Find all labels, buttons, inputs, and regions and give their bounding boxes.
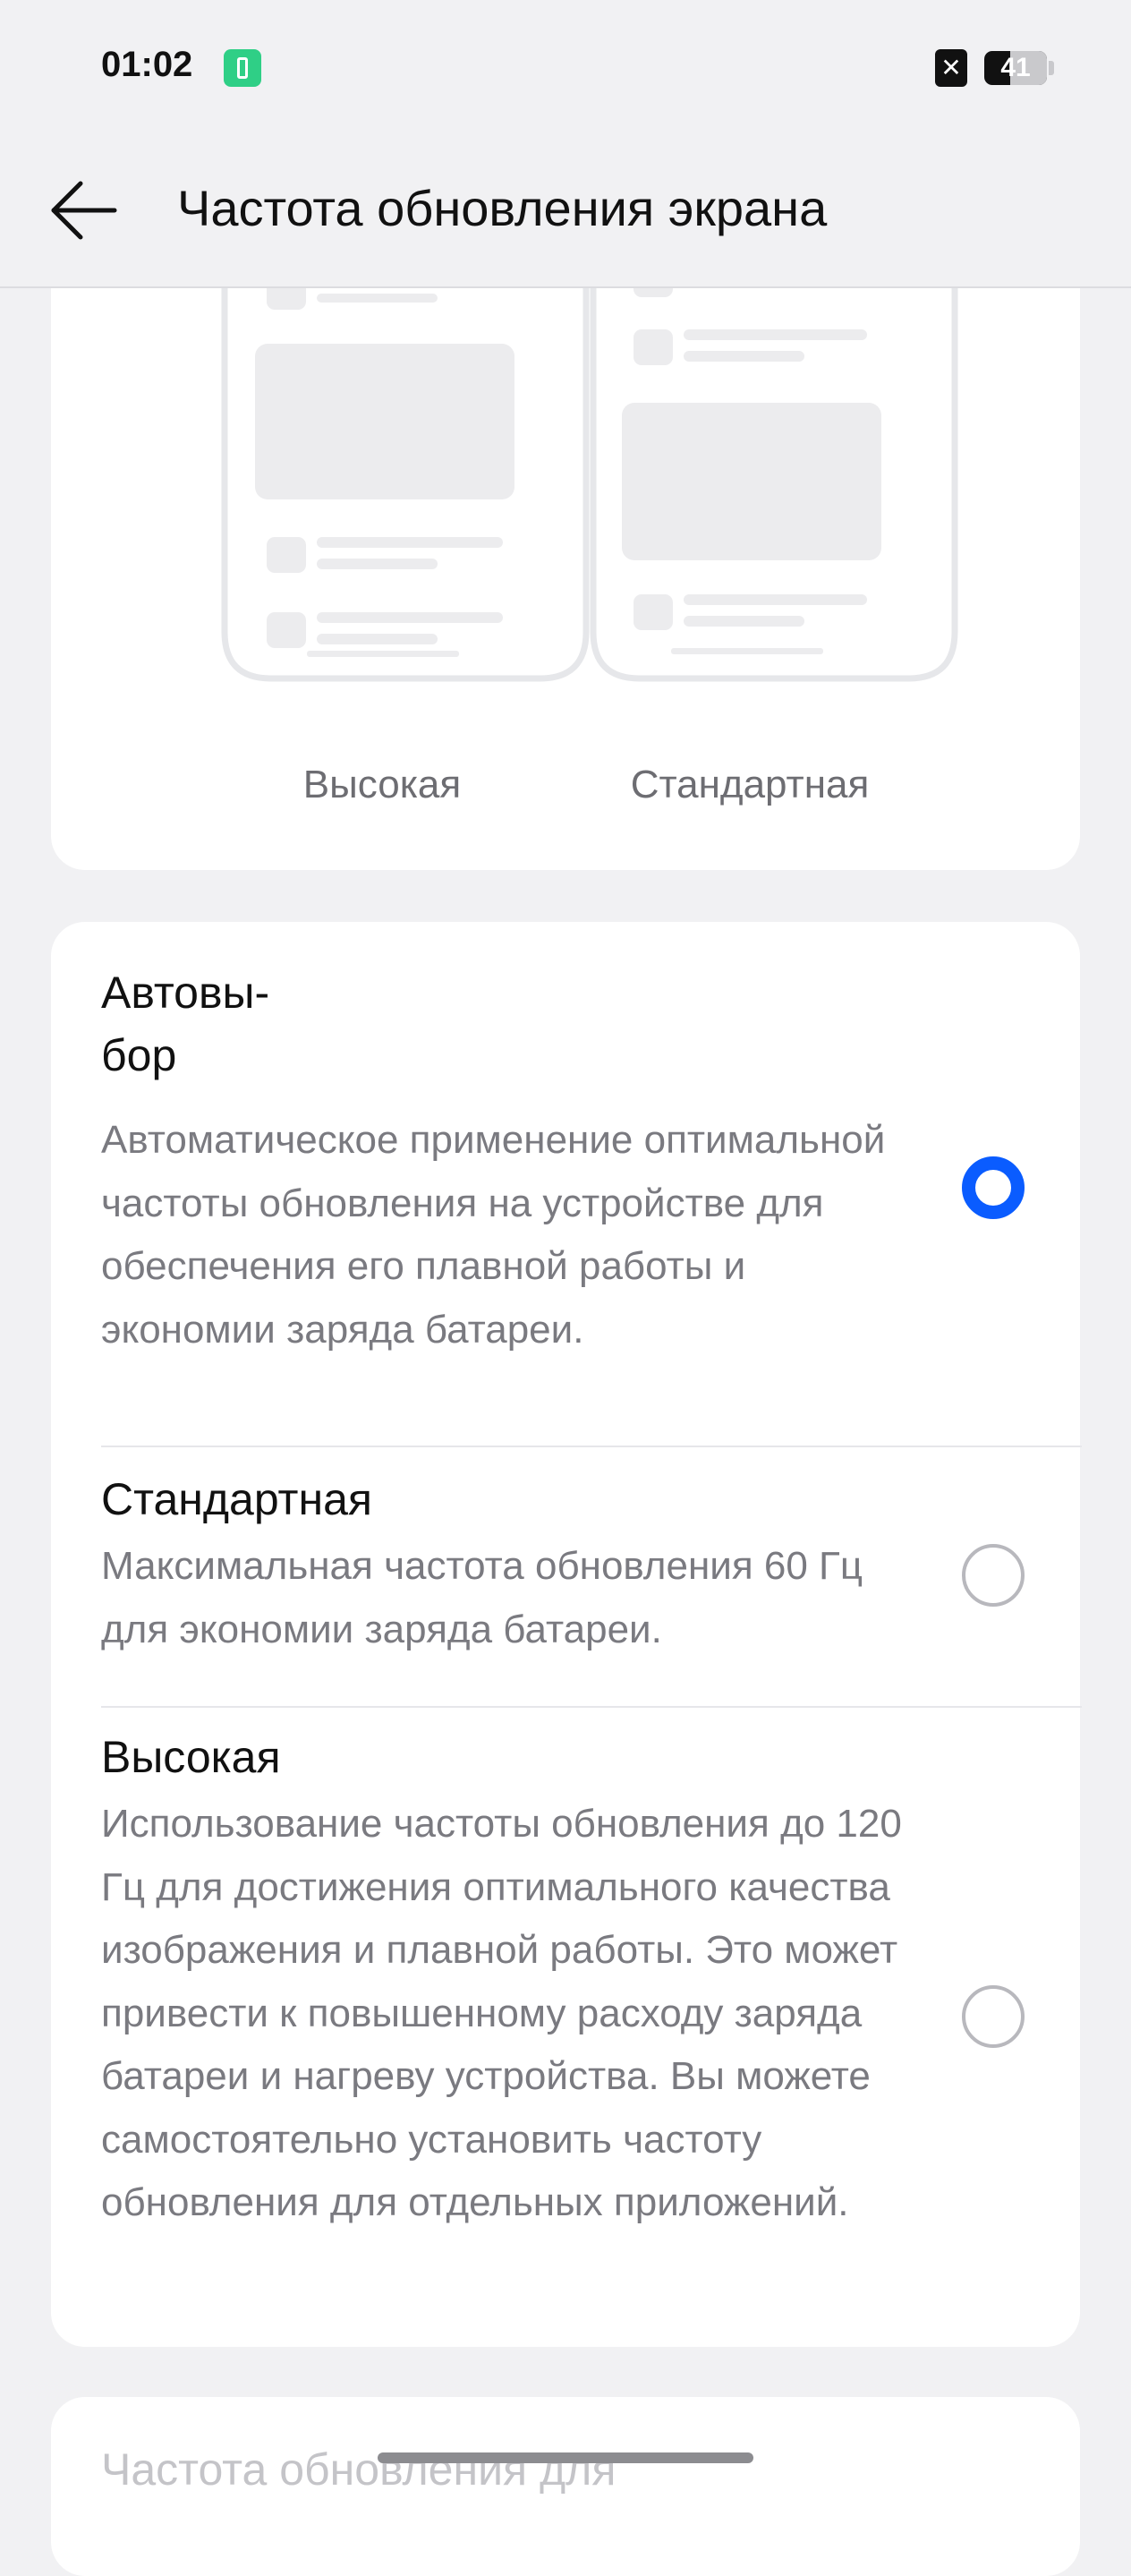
home-indicator[interactable]: [378, 2452, 753, 2463]
preview-label-standard: Стандартная: [630, 763, 870, 806]
high-phone-mockup: [221, 288, 590, 682]
preview-label-high: Высокая: [302, 763, 462, 806]
battery-level: 41: [1000, 53, 1031, 82]
battery-icon: 41: [984, 51, 1047, 85]
no-sim-icon: ✕: [935, 49, 967, 87]
status-bar: 01:02 ✕ 41: [0, 0, 1131, 134]
battery-tip: [1049, 61, 1054, 75]
standard-phone-mockup: [590, 288, 958, 682]
back-button[interactable]: [47, 175, 127, 246]
per-app-refresh-section[interactable]: Частота обновления для: [51, 2397, 1080, 2576]
option-title: Автовы- бор: [101, 968, 270, 1080]
option-auto[interactable]: Автовы- бор Автоматическое применение оп…: [51, 922, 1080, 1446]
arrow-left-icon: [51, 181, 117, 240]
section-title: Частота обновления для: [101, 2444, 617, 2495]
battery-charging-icon: [224, 49, 261, 87]
phone-preview-illustration: [221, 288, 958, 682]
page-title: Частота обновления экрана: [177, 180, 828, 236]
refresh-rate-preview: Высокая Стандартная: [51, 288, 1080, 870]
option-title: Стандартная: [101, 1474, 372, 1524]
app-header: Частота обновления экрана: [0, 134, 1131, 288]
option-standard[interactable]: Стандартная Максимальная частота обновле…: [51, 1447, 1080, 1706]
option-description: Максимальная частота обновления 60 Гц дл…: [101, 1544, 863, 1651]
option-title: Высокая: [101, 1732, 281, 1782]
status-time: 01:02: [101, 45, 193, 84]
auto-radio-button[interactable]: [962, 1156, 1025, 1219]
standard-radio-button[interactable]: [962, 1544, 1025, 1607]
refresh-rate-options: Автовы- бор Автоматическое применение оп…: [51, 922, 1082, 2347]
high-radio-button[interactable]: [962, 1985, 1025, 2048]
option-description: Автоматическое применение оптимальной ча…: [101, 1118, 886, 1352]
option-description: Использование частоты обновления до 120 …: [101, 1802, 902, 2224]
option-high[interactable]: Высокая Использование частоты обновления…: [51, 1708, 1080, 2347]
